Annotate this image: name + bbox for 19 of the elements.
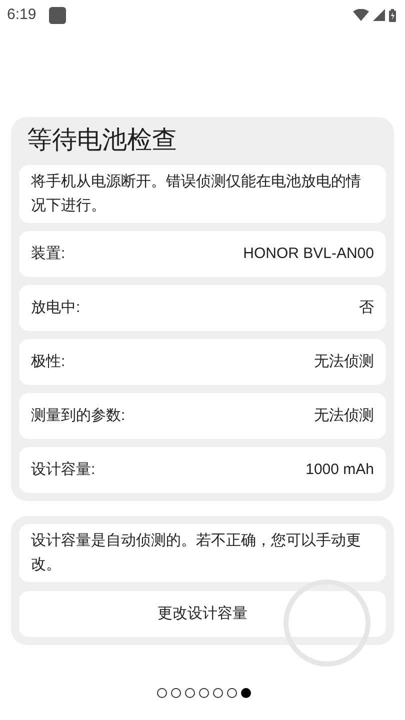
row-value: 无法侦测 (314, 352, 374, 372)
row-label: 装置: (31, 244, 66, 264)
app-notification-icon (49, 6, 66, 24)
row-label: 极性: (31, 352, 66, 372)
info-message: 设计容量是自动侦测的。若不正确，您可以手动更改。 (19, 524, 386, 582)
row-value: 1000 mAh (306, 460, 374, 480)
status-time: 6:19 (7, 4, 36, 25)
row-value: HONOR BVL-AN00 (243, 244, 374, 264)
row-value: 无法侦测 (314, 406, 374, 426)
row-label: 放电中: (31, 298, 80, 318)
info-message: 将手机从电源断开。错误侦测仅能在电池放电的情况下进行。 (19, 165, 386, 223)
row-label: 测量到的参数: (31, 406, 126, 426)
card-title: 等待电池检查 (26, 125, 178, 156)
row-value: 否 (359, 298, 374, 318)
row-label: 设计容量: (31, 460, 96, 480)
wifi-icon (353, 9, 369, 21)
battery-icon (389, 8, 396, 22)
change-capacity-button[interactable]: 更改设计容量 (19, 591, 386, 637)
signal-icon (373, 9, 385, 21)
